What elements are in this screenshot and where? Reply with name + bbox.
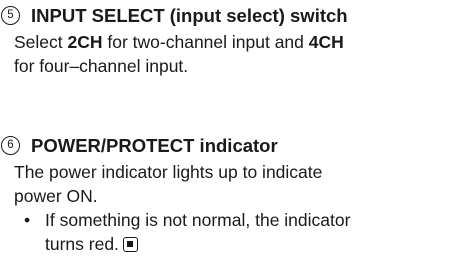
description-line: power ON. [14,186,98,206]
description-line: Select 2CH for two-channel input and 4CH [14,30,462,54]
description-line: for four–channel input. [14,56,189,76]
option-4ch: 4CH [308,32,344,52]
item-description: The power indicator lights up to indicat… [14,160,462,208]
bullet-icon: • [24,210,31,230]
description-prefix: Select [14,32,68,52]
manual-item-input-select: 5 INPUT SELECT (input select) switch Sel… [0,4,462,78]
description-line: The power indicator lights up to indicat… [14,162,323,182]
manual-item-power-protect: 6 POWER/PROTECT indicator The power indi… [0,134,462,256]
end-of-section-icon [122,237,138,252]
circled-number-icon: 6 [1,136,20,155]
bullet-line-text: turns red. [45,234,119,254]
bullet-line: If something is not normal, the indicato… [45,210,351,230]
item-description: Select 2CH for two-channel input and 4CH… [14,30,462,78]
manual-page: 5 INPUT SELECT (input select) switch Sel… [0,0,462,254]
item-title: INPUT SELECT (input select) switch [31,5,348,26]
description-middle: for two-channel input and [102,32,309,52]
item-title: POWER/PROTECT indicator [31,135,278,156]
item-heading: 5 INPUT SELECT (input select) switch [0,4,462,28]
option-2ch: 2CH [67,32,103,52]
circled-number-icon: 5 [1,6,20,25]
bullet-line: turns red. [45,232,462,256]
item-heading: 6 POWER/PROTECT indicator [0,134,462,158]
bullet-note: • If something is not normal, the indica… [14,208,462,256]
